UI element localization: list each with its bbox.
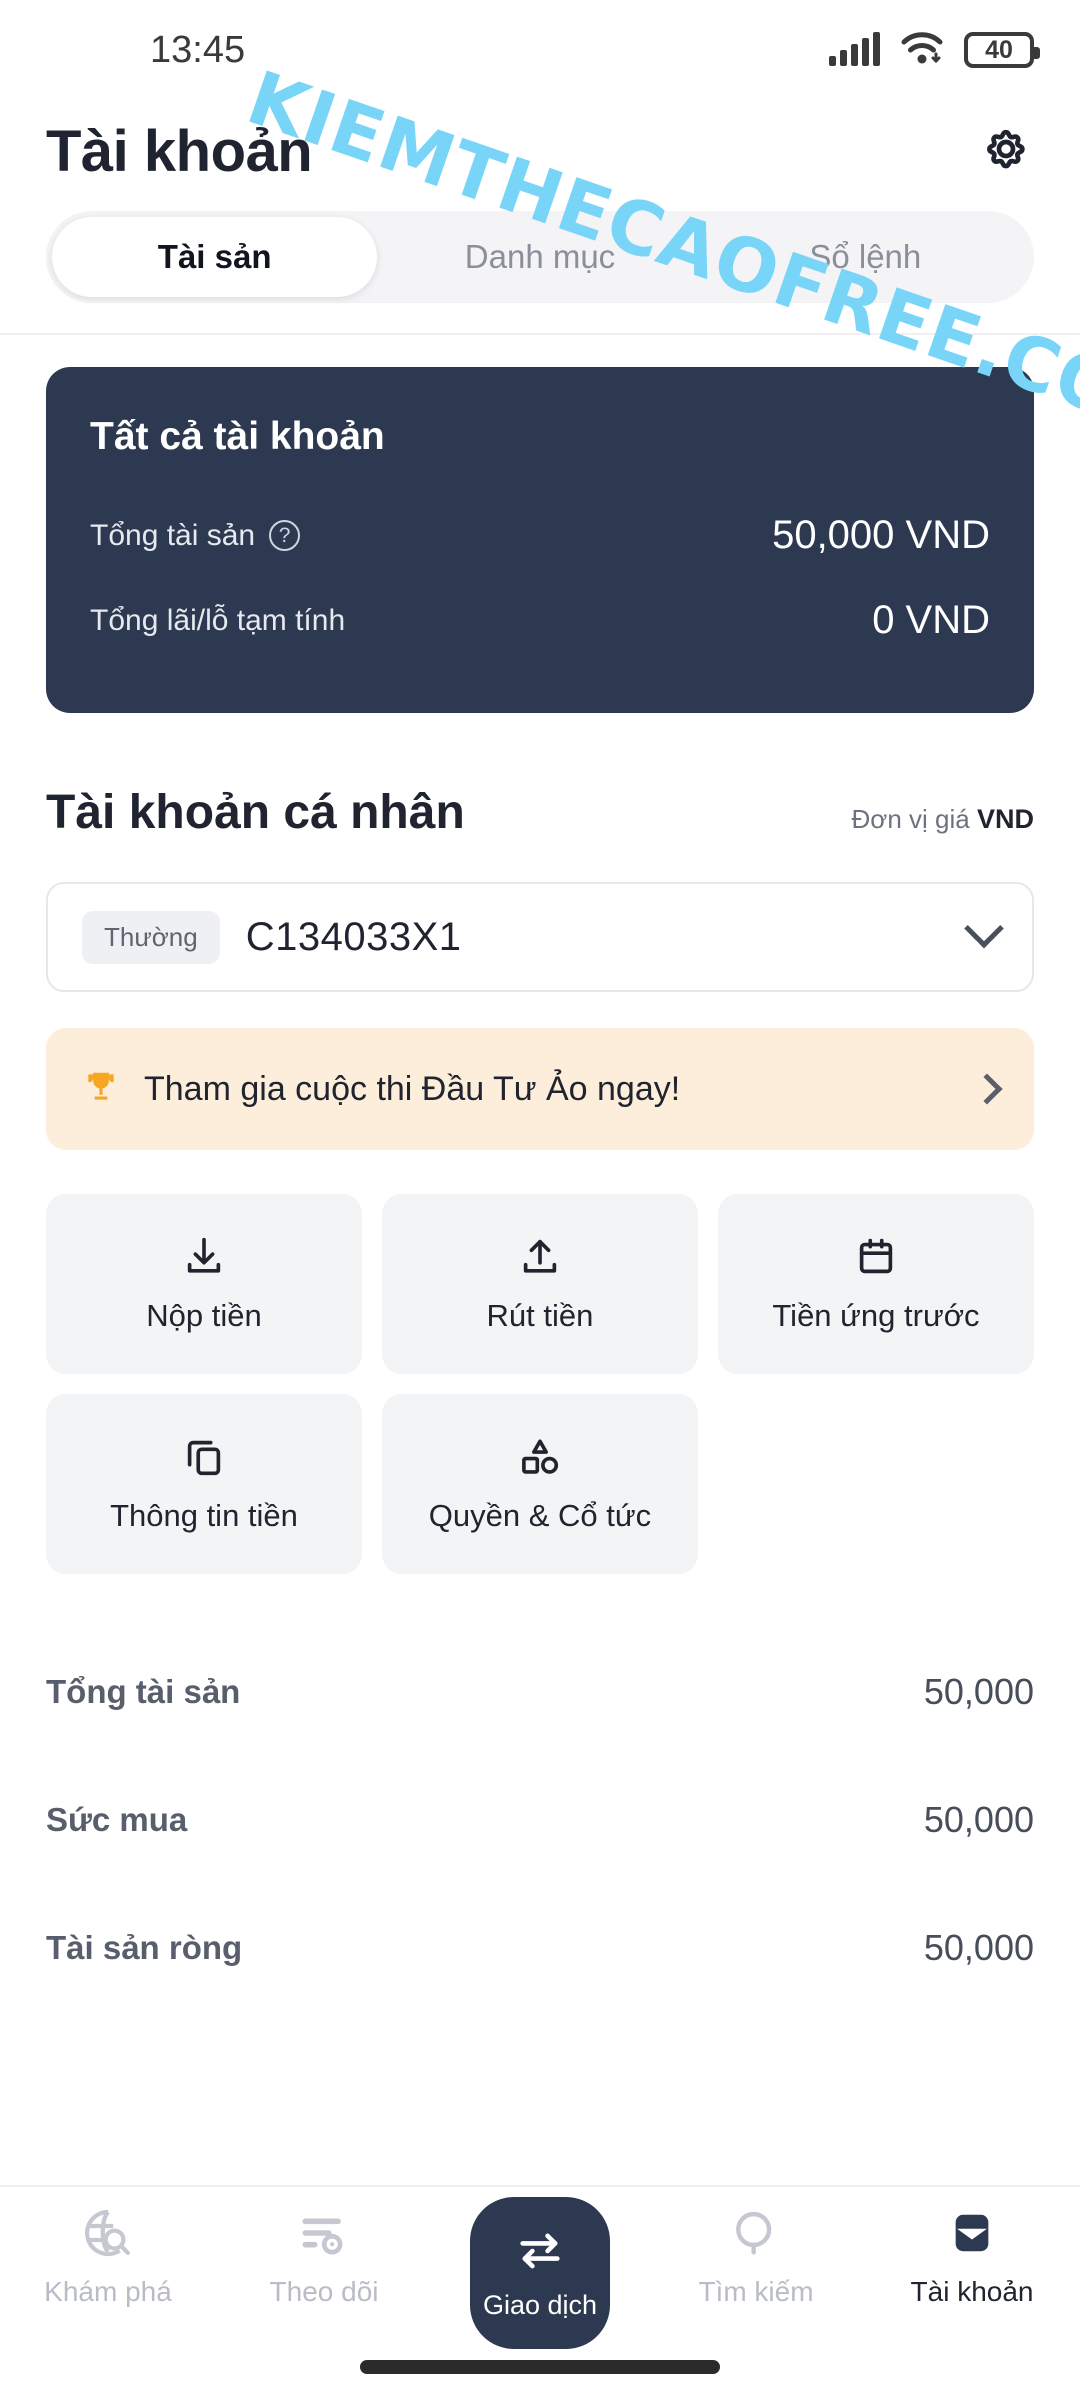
nav-item-giao-dich[interactable]: Giao dịch — [450, 2197, 630, 2349]
account-stats-list: Tổng tài sản 50,000 Sức mua 50,000 Tài s… — [0, 1574, 1080, 2012]
price-unit-value: VND — [976, 804, 1034, 834]
nav-item-kham-pha[interactable]: Khám phá — [18, 2205, 198, 2308]
swap-arrows-icon — [514, 2225, 566, 2282]
stat-row: Sức mua 50,000 — [46, 1756, 1034, 1884]
price-unit-label: Đơn vị giá — [851, 804, 970, 834]
search-icon — [728, 2205, 784, 2266]
wifi-icon — [900, 31, 944, 70]
explore-globe-search-icon — [80, 2205, 136, 2266]
tabs-container: Tài sản Danh mục Sổ lệnh — [0, 211, 1080, 335]
action-label: Tiền ứng trước — [772, 1297, 980, 1333]
stat-value: 50,000 — [923, 1927, 1034, 1968]
action-nop-tien[interactable]: Nộp tiền — [46, 1194, 362, 1374]
tab-bar: Tài sản Danh mục Sổ lệnh — [46, 211, 1034, 303]
stat-label: Tổng tài sản — [46, 1673, 241, 1710]
nav-label: Khám phá — [44, 2276, 172, 2307]
account-type-badge: Thường — [82, 910, 220, 964]
summary-label-total-pnl: Tổng lãi/lỗ tạm tính — [90, 603, 346, 637]
all-accounts-summary-card: Tất cả tài khoản Tổng tài sản ? 50,000 V… — [46, 367, 1034, 713]
tab-danh-muc[interactable]: Danh mục — [377, 217, 702, 297]
nav-label: Giao dịch — [482, 2290, 598, 2320]
gesture-bar — [360, 2360, 720, 2374]
copy-icon — [181, 1434, 227, 1480]
battery-level: 40 — [985, 35, 1013, 64]
calendar-icon — [853, 1234, 899, 1280]
header: Tài khoản — [0, 100, 1080, 211]
tab-tai-san[interactable]: Tài sản — [52, 217, 378, 297]
wallet-icon — [944, 2205, 1000, 2266]
page-title: Tài khoản — [46, 119, 313, 184]
action-thong-tin-tien[interactable]: Thông tin tiền — [46, 1394, 362, 1574]
bottom-navigation: Khám phá Theo dõi Giao dịch Tìm kiếm Tài… — [0, 2185, 1080, 2400]
chevron-right-icon[interactable] — [971, 1073, 1003, 1105]
nav-label: Tìm kiếm — [698, 2276, 814, 2307]
promo-text: Tham gia cuộc thi Đầu Tư Ảo ngay! — [144, 1069, 681, 1108]
action-label: Rút tiền — [486, 1297, 594, 1333]
status-icons: 40 — [829, 31, 1040, 70]
summary-label-total-assets: Tổng tài sản — [90, 518, 256, 552]
account-selector[interactable]: Thường C134033X1 — [46, 882, 1034, 992]
nav-item-theo-doi[interactable]: Theo dõi — [234, 2205, 414, 2308]
shapes-icon — [517, 1434, 563, 1480]
status-bar: 13:45 40 — [0, 0, 1080, 100]
stat-label: Tài sản ròng — [46, 1929, 243, 1966]
account-number: C134033X1 — [245, 914, 462, 959]
stat-label: Sức mua — [46, 1801, 188, 1838]
summary-value-total-assets: 50,000 VND — [772, 513, 990, 557]
watchlist-icon — [296, 2205, 352, 2266]
stat-value: 50,000 — [923, 1671, 1034, 1712]
nav-item-tim-kiem[interactable]: Tìm kiếm — [666, 2205, 846, 2308]
summary-value-total-pnl: 0 VND — [872, 598, 990, 642]
action-rut-tien[interactable]: Rút tiền — [381, 1194, 698, 1374]
upload-icon — [517, 1234, 563, 1280]
signal-bars-icon — [829, 32, 880, 66]
summary-card-title: Tất cả tài khoản — [90, 415, 385, 458]
status-clock: 13:45 — [150, 28, 246, 71]
action-tien-ung-truoc[interactable]: Tiền ứng trước — [717, 1194, 1034, 1374]
tab-so-lenh[interactable]: Sổ lệnh — [703, 217, 1028, 297]
stat-row: Tổng tài sản 50,000 — [46, 1628, 1034, 1756]
trophy-icon — [82, 1067, 120, 1112]
nav-label: Tài khoản — [910, 2276, 1034, 2307]
stat-value: 50,000 — [923, 1799, 1034, 1840]
nav-item-tai-khoan[interactable]: Tài khoản — [882, 2205, 1062, 2308]
action-label: Quyền & Cổ tức — [428, 1497, 652, 1533]
action-grid: Nộp tiền Rút tiền Tiền ứng trước Thông t… — [0, 1150, 1080, 1574]
personal-account-title: Tài khoản cá nhân — [46, 786, 465, 839]
gear-icon[interactable] — [978, 121, 1034, 182]
promo-banner[interactable]: Tham gia cuộc thi Đầu Tư Ảo ngay! — [46, 1028, 1034, 1150]
action-label: Nộp tiền — [146, 1297, 262, 1333]
price-unit: Đơn vị giá VND — [852, 804, 1034, 835]
battery-icon: 40 — [964, 32, 1040, 68]
nav-label: Theo dõi — [269, 2276, 379, 2307]
personal-account-header: Tài khoản cá nhân Đơn vị giá VND — [0, 713, 1080, 840]
summary-row-total-assets: Tổng tài sản ? 50,000 VND — [90, 513, 990, 558]
stat-row: Tài sản ròng 50,000 — [46, 1884, 1034, 2012]
chevron-down-icon[interactable] — [964, 908, 1004, 949]
download-icon — [181, 1234, 227, 1280]
action-label: Thông tin tiền — [110, 1497, 298, 1533]
summary-row-total-pnl: Tổng lãi/lỗ tạm tính 0 VND — [90, 598, 990, 643]
help-icon[interactable]: ? — [269, 520, 301, 551]
action-quyen-co-tuc[interactable]: Quyền & Cổ tức — [381, 1394, 698, 1574]
